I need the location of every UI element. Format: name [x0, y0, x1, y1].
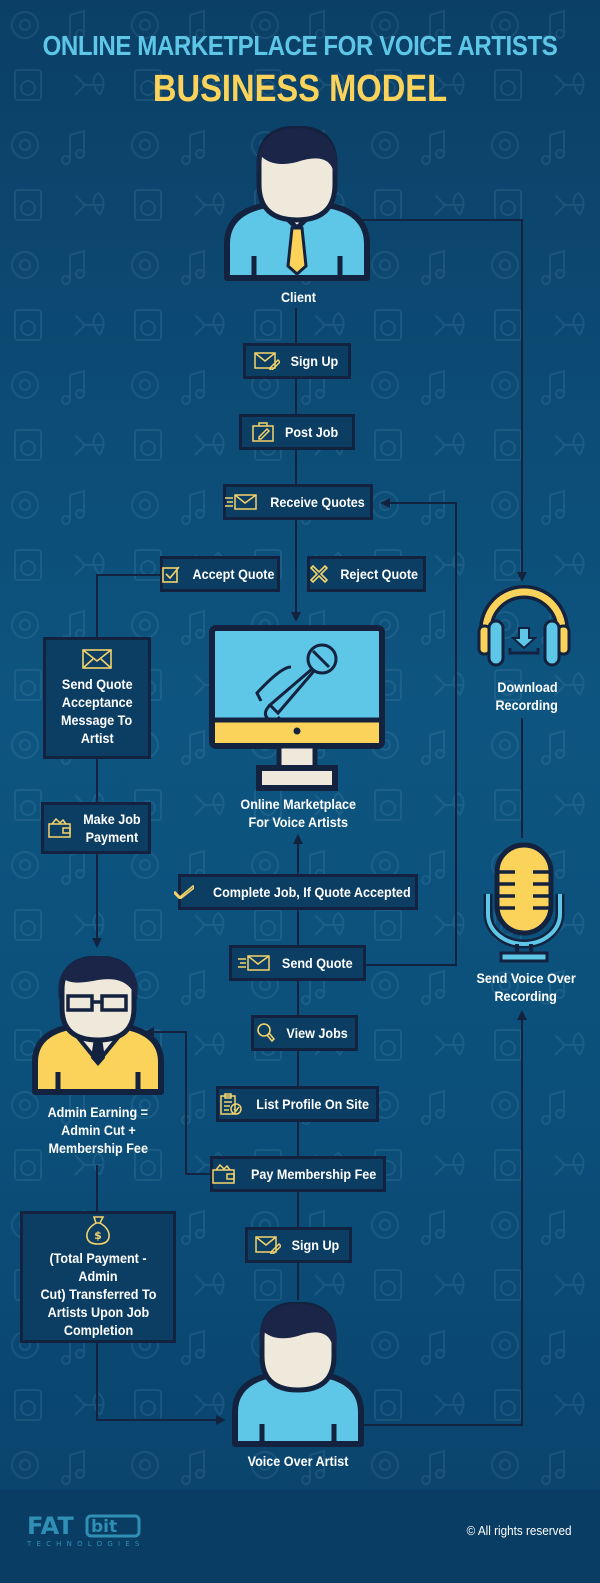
studio-microphone-icon: [483, 842, 565, 963]
client-label: Client: [280, 289, 316, 305]
envelope-pen-icon: [253, 352, 280, 370]
connector-artist-to-recording: [362, 1010, 527, 1426]
copyright-text: © All rights reserved: [467, 1523, 572, 1538]
admin-avatar-icon: [32, 956, 164, 1095]
send-acceptance-message-step: Send Quote Acceptance Message To Artist: [43, 637, 151, 759]
voice-artist-avatar-icon: [232, 1302, 364, 1447]
list-profile-step: List Profile On Site: [216, 1086, 379, 1122]
download-recording-label: Download Recording: [495, 679, 559, 713]
check-icon: [174, 885, 195, 899]
clipboard-icon: [220, 1093, 242, 1115]
client-sign-up-step: Sign Up: [243, 343, 351, 379]
logo-main-text: FAT: [27, 1512, 74, 1540]
payment-transfer-step: $ (Total Payment - Admin Cut) Transferre…: [20, 1211, 176, 1343]
headphones-download-icon: [477, 585, 571, 667]
search-icon: [257, 1023, 276, 1043]
admin-earning-label: Admin Earning = Admin Cut + Membership Fee: [47, 1104, 149, 1156]
fast-mail-icon: [225, 494, 258, 510]
reject-quote-step: Reject Quote: [307, 556, 426, 592]
infographic: ONLINE MARKETPLACE FOR VOICE ARTISTS BUS…: [0, 0, 600, 1583]
complete-job-step: Complete Job, If Quote Accepted: [174, 874, 418, 910]
receive-quotes-step: Receive Quotes: [223, 484, 373, 520]
client-avatar-icon: [224, 126, 370, 281]
send-quote-step: Send Quote: [229, 945, 366, 981]
wallet-icon: [212, 1164, 236, 1184]
artist-sign-up-step: Sign Up: [245, 1227, 352, 1263]
monitor-microphone-icon: [209, 625, 385, 791]
post-job-step: Post Job: [239, 414, 355, 450]
logo-accent-text: bit: [91, 1517, 117, 1537]
briefcase-pen-icon: [252, 422, 275, 442]
envelope-pen-icon: [255, 1236, 282, 1254]
make-job-payment-step: Make Job Payment: [41, 802, 151, 854]
svg-text:$: $: [94, 1229, 102, 1242]
fast-mail-icon: [238, 955, 270, 971]
envelope-icon: [82, 649, 112, 669]
view-jobs-step: View Jobs: [251, 1015, 358, 1051]
wallet-icon: [48, 818, 72, 838]
fatbit-logo: FAT bit TECHNOLOGIES: [26, 1512, 167, 1553]
logo-sub-text: TECHNOLOGIES: [27, 1540, 145, 1548]
send-recording-label: Send Voice Over Recording: [476, 970, 576, 1004]
connector-accept-to-admin: [92, 574, 162, 948]
checkbox-icon: [161, 565, 180, 583]
voice-artist-label: Voice Over Artist: [247, 1453, 349, 1469]
connector-client-to-download: [360, 219, 527, 582]
marketplace-label: Online Marketplace For Voice Artists: [240, 796, 356, 830]
accept-quote-step: Accept Quote: [160, 556, 280, 592]
pay-membership-fee-step: Pay Membership Fee: [210, 1156, 386, 1192]
cross-icon: [310, 565, 329, 583]
money-bag-icon: $: [86, 1215, 110, 1245]
